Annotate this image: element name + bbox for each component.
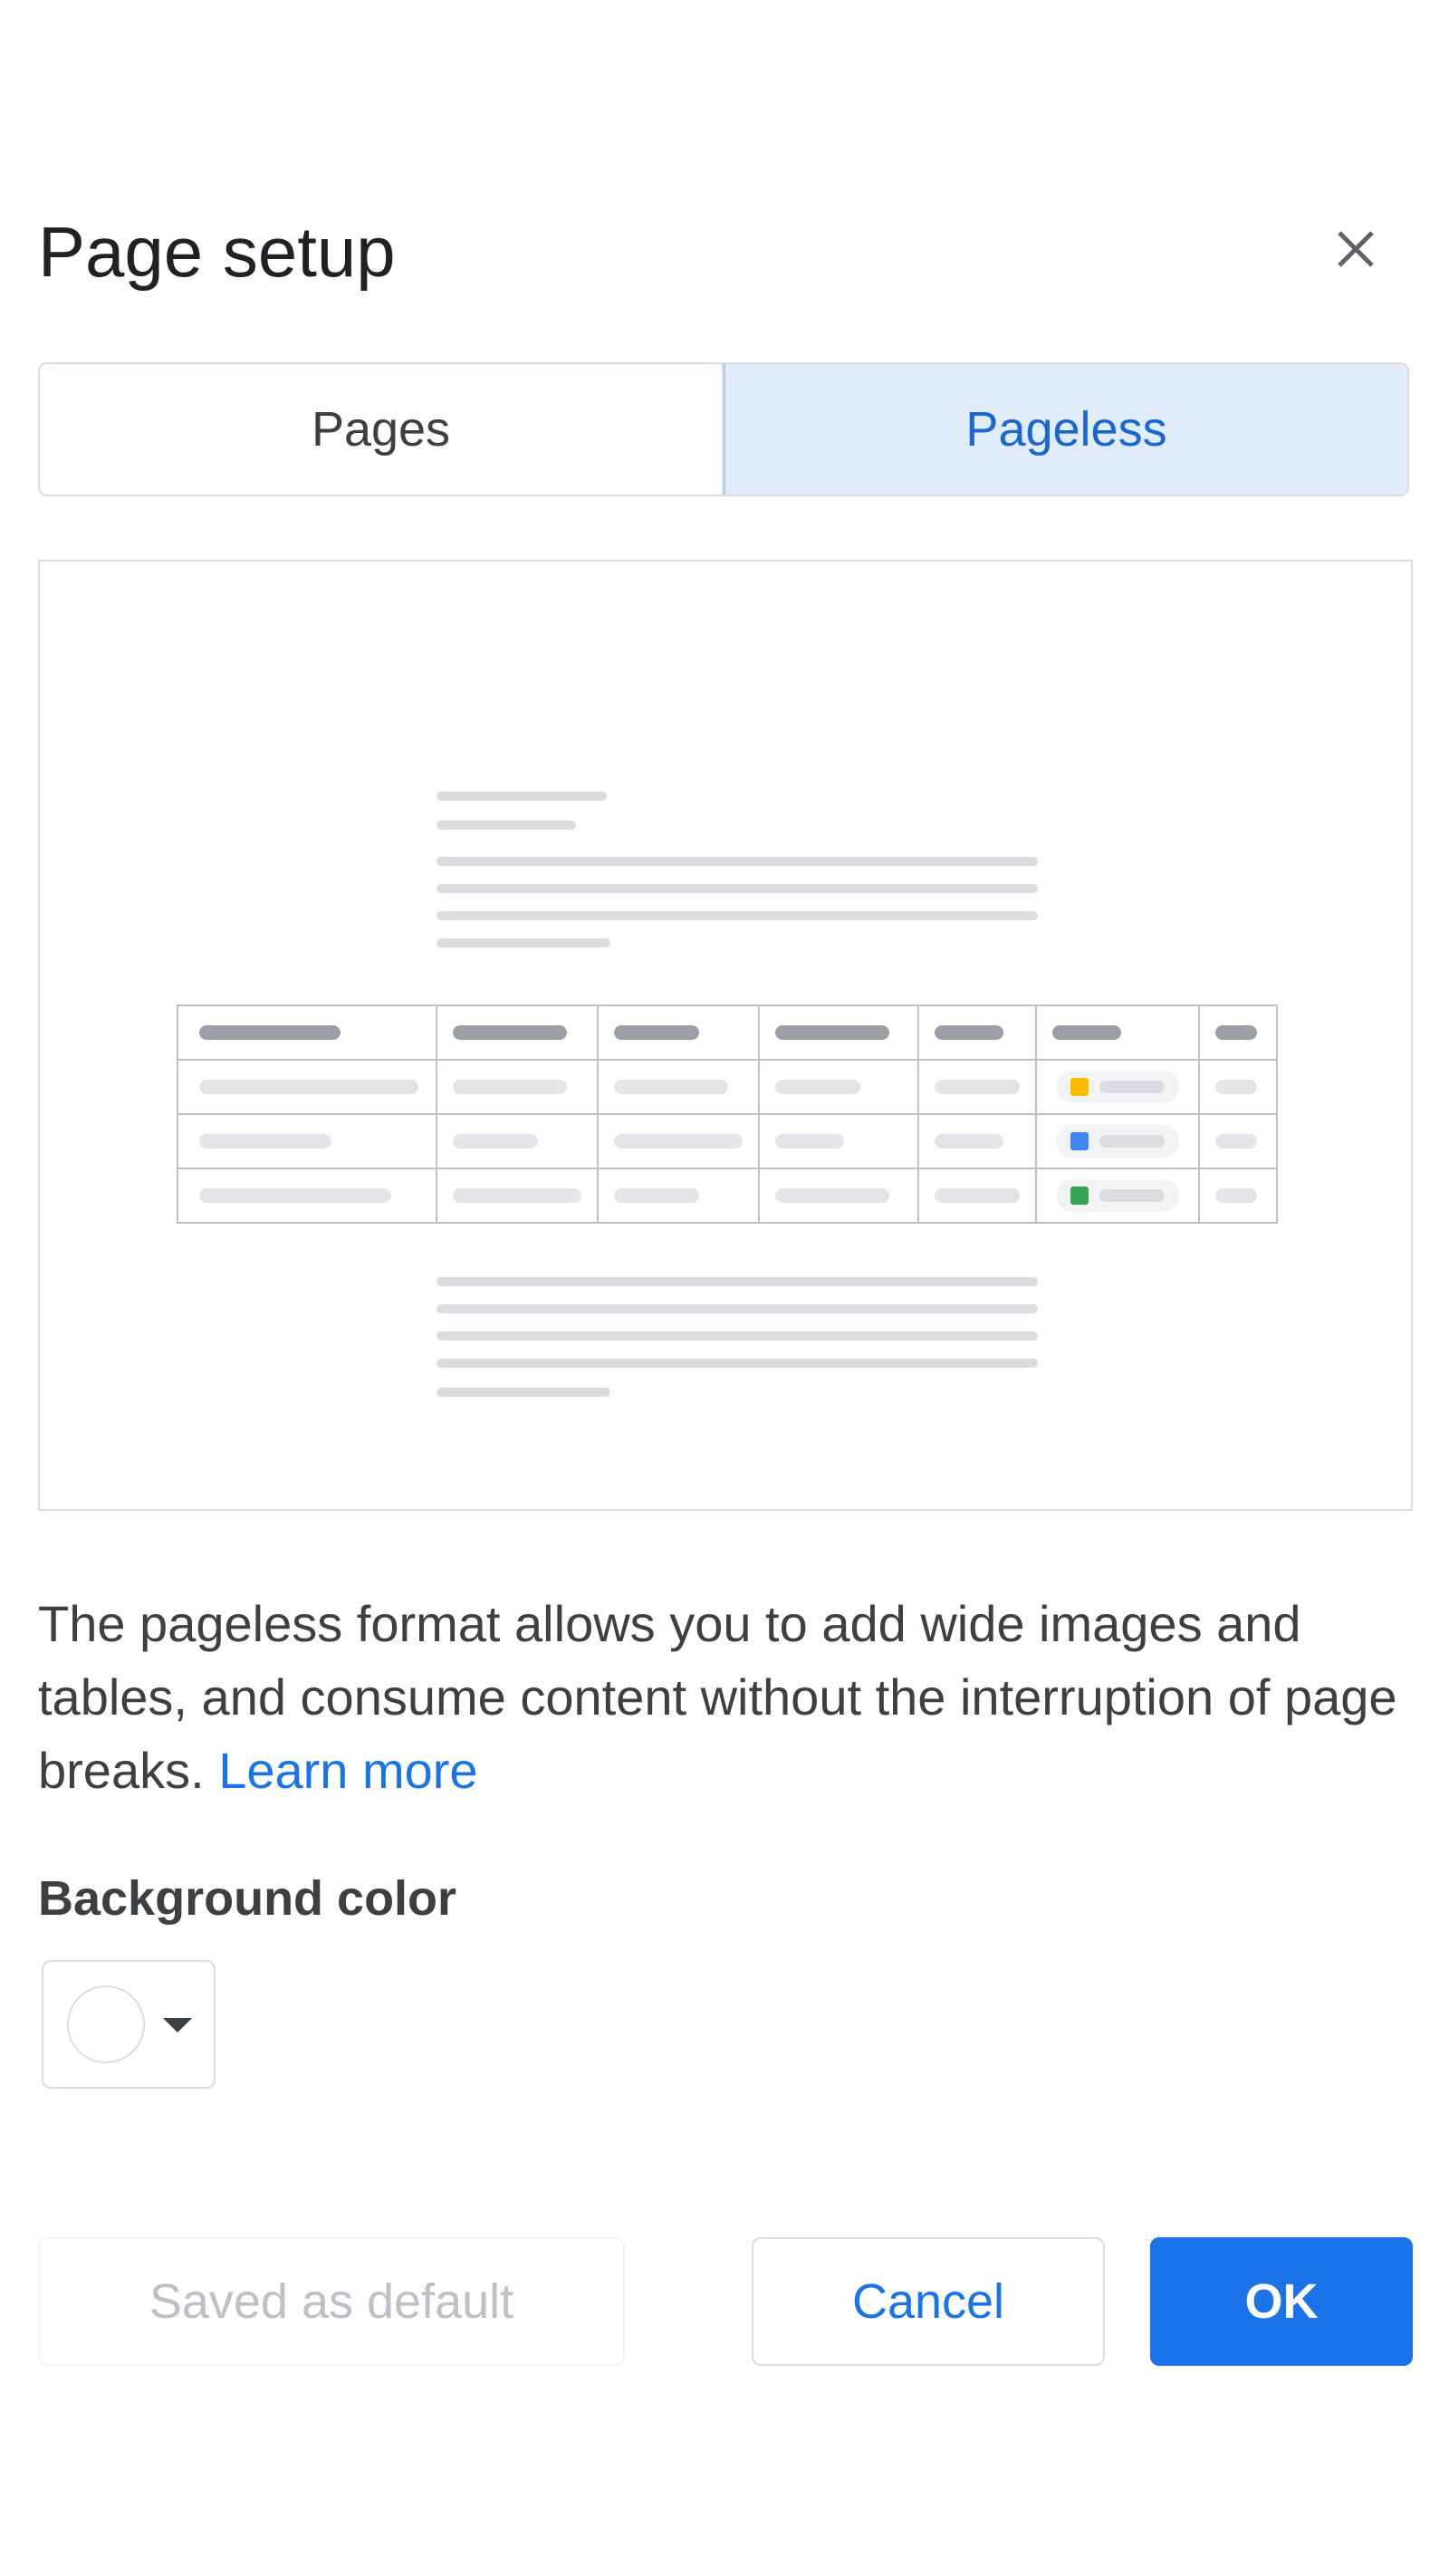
close-icon bbox=[1338, 231, 1374, 267]
color-swatch bbox=[67, 1985, 145, 2063]
learn-more-link[interactable]: Learn more bbox=[218, 1742, 477, 1799]
dialog-title: Page setup bbox=[38, 212, 396, 292]
format-toggle: Pages Pageless bbox=[38, 362, 1409, 496]
preview-graphic bbox=[177, 792, 1278, 1397]
set-as-default-button[interactable]: Saved as default bbox=[38, 2237, 625, 2366]
pageless-description: The pageless format allows you to add wi… bbox=[38, 1587, 1415, 1807]
close-button[interactable] bbox=[1324, 217, 1387, 281]
ok-button[interactable]: OK bbox=[1150, 2237, 1413, 2366]
tab-pageless[interactable]: Pageless bbox=[724, 364, 1407, 495]
caret-down-icon bbox=[163, 2018, 192, 2033]
cancel-button[interactable]: Cancel bbox=[752, 2237, 1105, 2366]
page-setup-dialog: Page setup Pages Pageless The pageless f… bbox=[0, 0, 1449, 2576]
background-color-picker[interactable] bbox=[42, 1960, 216, 2089]
background-color-label: Background color bbox=[38, 1871, 457, 1926]
pageless-preview-illustration bbox=[38, 560, 1413, 1511]
tab-pages[interactable]: Pages bbox=[40, 364, 724, 495]
